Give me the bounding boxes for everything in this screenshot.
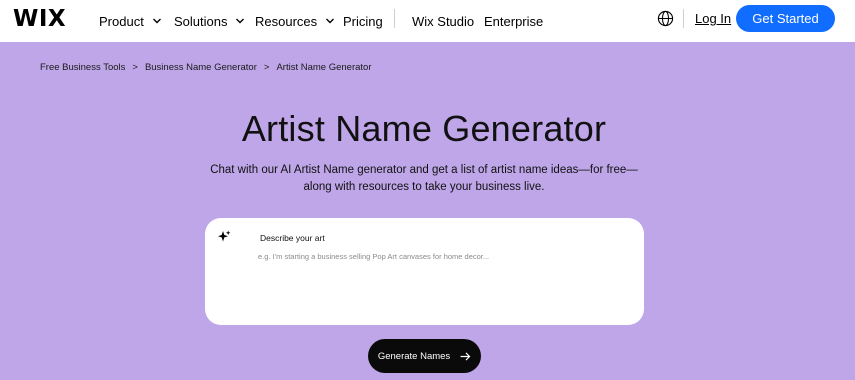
nav-item-wix-studio[interactable]: Wix Studio [412, 11, 474, 31]
arrow-right-icon [460, 351, 471, 361]
subtitle-line: Chat with our AI Artist Name generator a… [210, 164, 638, 176]
generate-names-label: Generate Names [377, 350, 451, 362]
top-navigation-bar: WIX Product Solutions Resources Pricing … [0, 0, 855, 42]
chevron-down-icon [152, 18, 161, 24]
generate-names-button[interactable]: Generate Names [368, 339, 481, 373]
breadcrumb: Free Business Tools > Business Name Gene… [40, 62, 372, 73]
wix-logo[interactable]: WIX [13, 6, 66, 32]
nav-item-label: Resources [255, 13, 318, 29]
subtitle-line: along with resources to take your busine… [303, 181, 545, 193]
nav-item-label: Pricing [343, 13, 383, 29]
prompt-card: Describe your art [205, 218, 644, 325]
chevron-down-icon [236, 18, 245, 24]
breadcrumb-separator: > [263, 62, 270, 73]
nav-item-solutions[interactable]: Solutions [174, 11, 245, 31]
nav-divider [394, 9, 395, 28]
nav-item-label: Solutions [174, 13, 228, 29]
nav-divider [683, 9, 684, 28]
nav-item-label: Enterprise [484, 13, 544, 29]
page-title: Artist Name Generator [241, 108, 607, 149]
globe-icon[interactable] [657, 10, 674, 27]
breadcrumb-separator: > [132, 62, 138, 73]
breadcrumb-item-business-name-generator[interactable]: Business Name Generator [145, 62, 257, 73]
nav-item-pricing[interactable]: Pricing [343, 11, 383, 31]
login-link[interactable]: Log In [695, 11, 731, 26]
chevron-down-icon [326, 18, 335, 24]
nav-item-label: Product [99, 13, 144, 29]
get-started-button[interactable]: Get Started [736, 5, 835, 32]
breadcrumb-item-current: Artist Name Generator [276, 62, 372, 73]
breadcrumb-item-free-business-tools[interactable]: Free Business Tools [40, 62, 125, 73]
nav-item-label: Wix Studio [412, 13, 475, 29]
describe-art-input[interactable] [258, 248, 628, 264]
sparkle-icon [218, 230, 231, 242]
describe-art-label: Describe your art [260, 233, 325, 243]
nav-item-product[interactable]: Product [99, 11, 162, 31]
page-subtitle: Chat with our AI Artist Name generator a… [0, 162, 848, 196]
nav-item-resources[interactable]: Resources [255, 11, 335, 31]
nav-item-enterprise[interactable]: Enterprise [484, 11, 543, 31]
